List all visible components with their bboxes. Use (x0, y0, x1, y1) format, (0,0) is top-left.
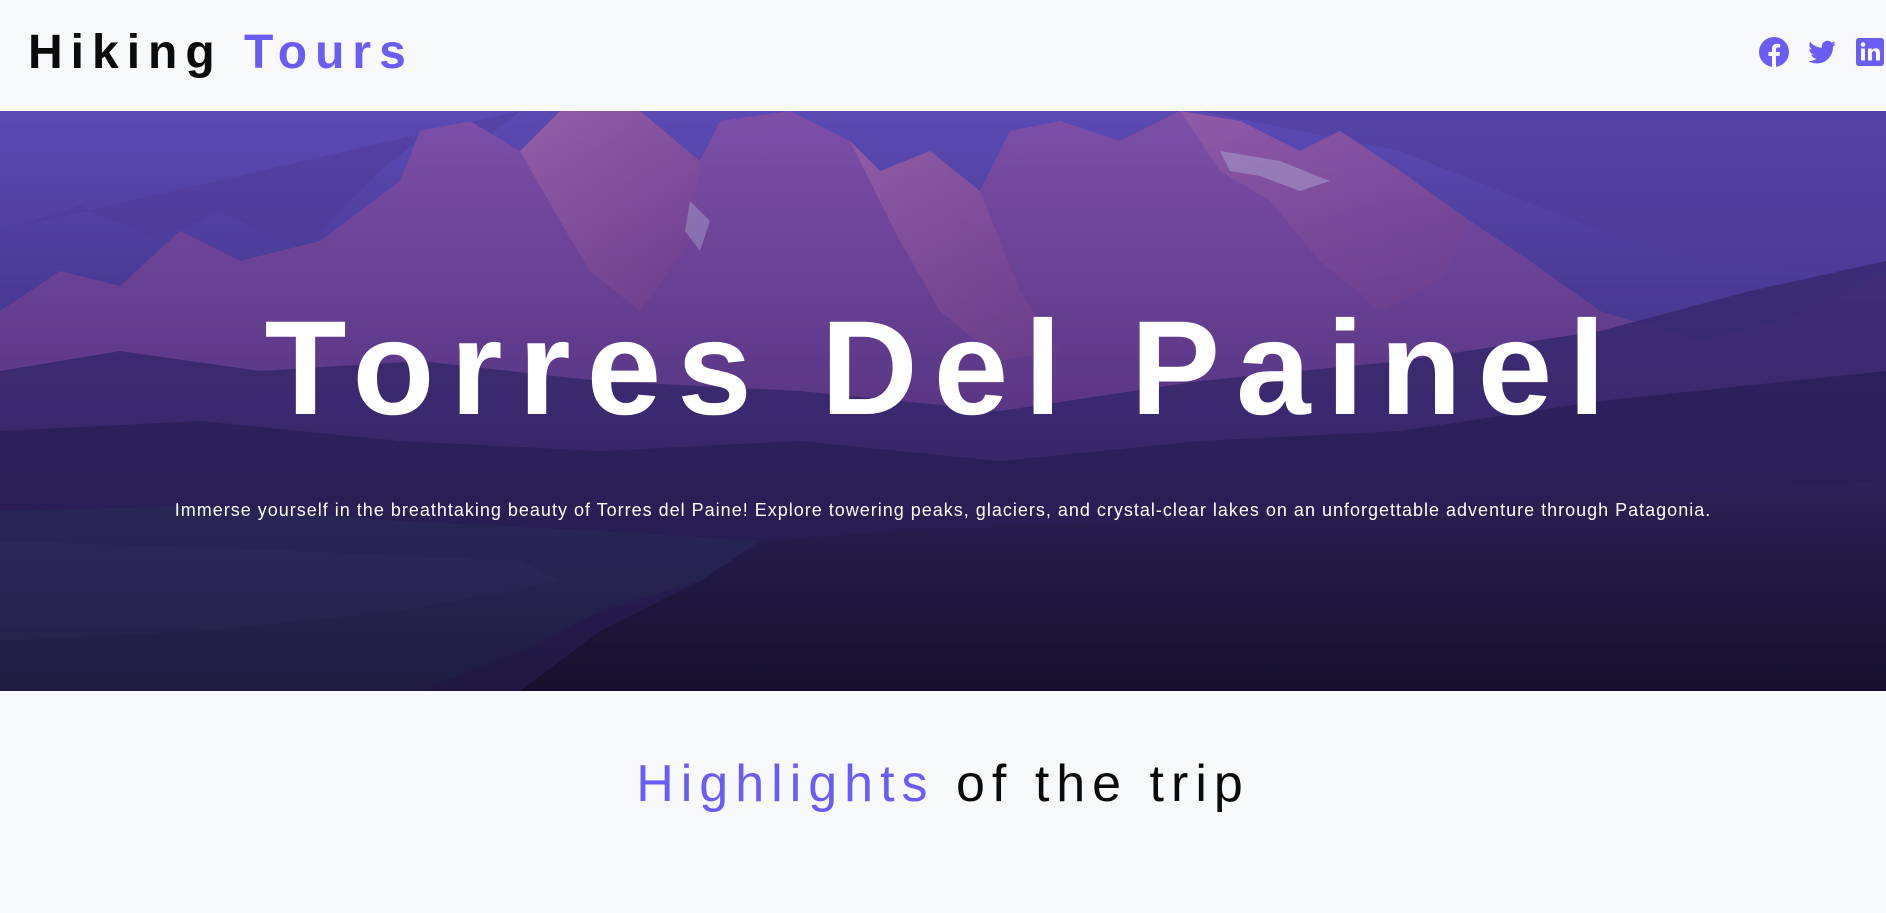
logo-text-primary: Hiking (28, 26, 223, 79)
linkedin-icon (1854, 36, 1886, 68)
facebook-icon (1758, 36, 1790, 68)
highlights-heading-rest: of the trip (956, 755, 1250, 813)
twitter-icon (1806, 36, 1838, 68)
social-links (1746, 36, 1886, 70)
logo-text-accent: Tours (244, 26, 414, 79)
hero-title: Torres Del Painel (264, 294, 1622, 443)
facebook-link[interactable] (1758, 36, 1790, 68)
highlights-heading-accent: Highlights (636, 755, 935, 813)
linkedin-link[interactable] (1854, 36, 1886, 68)
hero-section: Torres Del Painel Immerse yourself in th… (0, 111, 1886, 691)
highlights-heading: Highlights of the trip (0, 752, 1886, 816)
site-logo[interactable]: Hiking Tours (28, 24, 414, 82)
twitter-link[interactable] (1806, 36, 1838, 68)
site-header: Hiking Tours (0, 0, 1886, 111)
hero-description: Immerse yourself in the breathtaking bea… (174, 500, 1712, 520)
